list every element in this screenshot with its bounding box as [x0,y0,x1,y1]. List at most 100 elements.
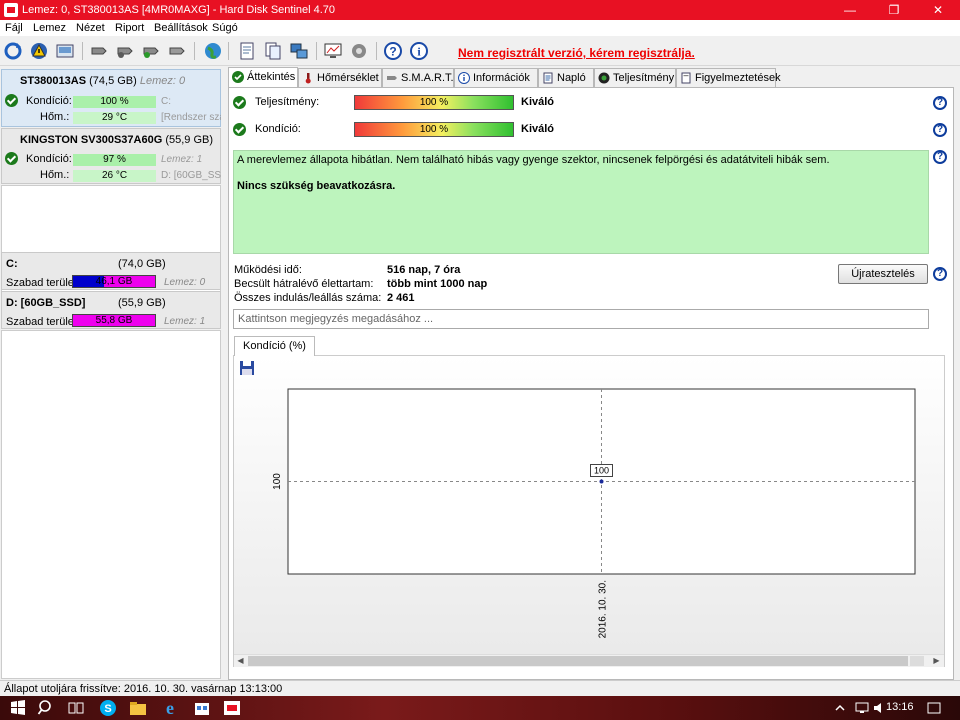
ok-test-icon[interactable] [140,40,162,62]
tab-performance[interactable]: Teljesítmény [594,68,676,88]
search-icon[interactable] [36,698,56,718]
lifetime-label: Becsült hátralévő élettartam: [234,278,374,290]
save-icon[interactable] [239,360,255,376]
gear-icon[interactable] [348,40,370,62]
disk-index: Lemez: 0 [139,75,186,87]
condition-chart: 100 100 2016. 10. 30. ◀ ▶ [233,355,945,667]
scroll-right-icon[interactable]: ▶ [930,655,943,667]
log-icon [543,72,553,84]
test-icon[interactable] [88,40,110,62]
data-point [599,479,604,484]
window-title: Lemez: 0, ST380013AS [4MR0MAXG] - Hard D… [22,4,336,16]
health-status-text: A merevlemez állapota hibátlan. Nem talá… [237,154,830,166]
uptime-label: Működési idő: [234,264,302,276]
horizontal-scrollbar[interactable]: ◀ ▶ [234,654,944,667]
tab-temperature[interactable]: Hőmérséklet [298,68,382,88]
copy-icon[interactable] [262,40,284,62]
tab-information[interactable]: Információk [454,68,538,88]
status-ok-icon [233,123,246,136]
chart-svg: 100 100 2016. 10. 30. [272,388,916,638]
disk-card[interactable]: KINGSTON SV300S37A60G (55,9 GB) Kondíció… [1,128,221,184]
disk-index: Lemez: 1 [161,154,203,165]
help-icon[interactable]: ? [933,123,947,137]
file-explorer-icon[interactable] [128,698,148,718]
temp-bar: 26 °C [73,170,156,182]
disk-name: KINGSTON SV300S37A60G (55,9 GB) [20,134,213,146]
task-view-icon[interactable] [66,698,86,718]
menu-file[interactable]: Fájl [5,22,23,34]
tab-overview[interactable]: Áttekintés [228,67,298,89]
volume-card[interactable]: C: (74,0 GB) Szabad terület 46,1 GB Leme… [1,252,221,290]
chevron-up-icon[interactable] [830,698,850,718]
x-tick-label: 2016. 10. 30. [598,580,609,638]
chart-tab-condition[interactable]: Kondíció (%) [234,336,315,356]
lifetime-value: több mint 1000 nap [387,278,488,290]
store-icon[interactable] [192,698,212,718]
disk-tool-icon[interactable] [166,40,188,62]
tab-alerts[interactable]: Figyelmeztetések [676,68,781,88]
tab-bar: Áttekintés Hőmérséklet S.M.A.R.T. Inform… [228,67,960,89]
health-status-box: A merevlemez állapota hibátlan. Nem talá… [233,150,929,254]
volume-label: D: [60GB_SSD [161,170,221,181]
menu-report[interactable]: Riport [115,22,144,34]
thermometer-icon [305,73,311,84]
menu-settings[interactable]: Beállítások [154,22,208,34]
starts-label: Összes indulás/leállás száma: [234,292,382,304]
volume-card[interactable]: D: [60GB_SSD] (55,9 GB) Szabad terület 5… [1,291,221,329]
tab-smart[interactable]: S.M.A.R.T. [382,68,454,88]
help-icon[interactable]: ? [933,150,947,164]
registration-notice[interactable]: Nem regisztrált verzió, kérem regisztrál… [458,46,695,60]
toolbar: ? i Nem regisztrált verzió, kérem regisz… [0,36,960,66]
close-button[interactable]: ✕ [916,0,960,20]
tab-log[interactable]: Napló [538,68,594,88]
globe-icon[interactable] [202,40,224,62]
monitor-chart-icon[interactable] [322,40,344,62]
uptime-value: 516 nap, 7 óra [387,264,461,276]
menu-help[interactable]: Súgó [212,22,238,34]
surface-test-icon[interactable] [114,40,136,62]
scrollbar-thumb[interactable] [248,656,908,666]
skype-icon[interactable]: S [98,698,118,718]
temp-label: Hőm.: [40,169,70,181]
taskbar-clock: 13:16 [886,701,914,713]
menu-view[interactable]: Nézet [76,22,105,34]
refresh-icon[interactable] [2,40,24,62]
hard-disk-sentinel-icon[interactable] [222,698,242,718]
windows-start-icon[interactable] [8,698,28,718]
network-tray-icon[interactable] [852,698,872,718]
condition-label: Kondíció: [26,95,72,107]
disk-card[interactable]: ST380013AS (74,5 GB) Lemez: 0 Kondíció: … [1,69,221,127]
info-icon[interactable]: i [408,40,430,62]
tab-label: Teljesítmény [613,72,675,84]
network-icon[interactable] [288,40,310,62]
document-icon[interactable] [236,40,258,62]
performance-icon [598,72,610,84]
health-action-text: Nincs szükség beavatkozásra. [237,180,396,192]
minimize-button[interactable]: — [828,0,872,20]
performance-label: Teljesítmény: [255,96,320,108]
notes-field[interactable]: Kattintson megjegyzés megadásához ... [233,309,929,329]
report-icon[interactable] [54,40,76,62]
free-space-value: 46,1 GB [95,276,133,287]
notifications-icon[interactable] [924,698,944,718]
temp-bar: 29 °C [73,112,156,124]
scroll-left-icon[interactable]: ◀ [234,655,247,667]
performance-rating: Kiváló [521,96,555,108]
alert-icon[interactable] [28,40,50,62]
volume-name: D: [60GB_SSD] [6,297,86,309]
disk-name: ST380013AS (74,5 GB) Lemez: 0 [20,75,185,87]
toolbar-separator [82,42,83,60]
app-icon [4,3,18,17]
menu-bar: Fájl Lemez Nézet Riport Beállítások Súgó [0,20,960,36]
condition-label: Kondíció: [255,123,301,135]
help-icon[interactable]: ? [933,267,947,281]
retest-button[interactable]: Újratesztelés [838,264,928,284]
help-icon[interactable]: ? [382,40,404,62]
edge-icon[interactable]: e [160,698,180,718]
volume-disk: Lemez: 1 [164,316,206,327]
disk-size: (55,9 GB) [165,134,213,146]
status-ok-icon [233,96,246,109]
menu-disk[interactable]: Lemez [33,22,66,34]
maximize-button[interactable]: ❐ [872,0,916,20]
help-icon[interactable]: ? [933,96,947,110]
